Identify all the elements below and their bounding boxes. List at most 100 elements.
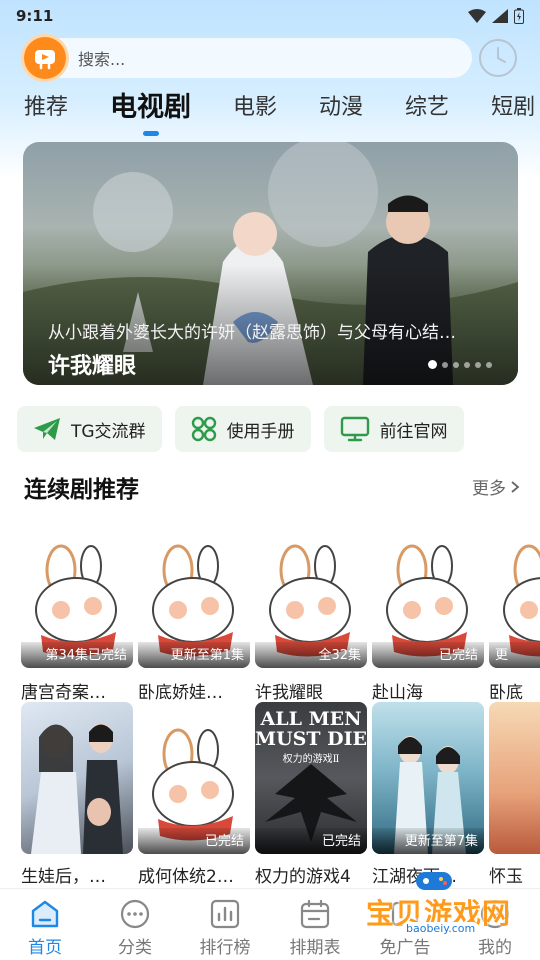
- series-card[interactable]: 怀玉: [489, 702, 540, 887]
- more-label: 更多: [472, 479, 506, 499]
- tg-group-button[interactable]: TG交流群: [17, 406, 162, 452]
- app-logo-icon[interactable]: [24, 37, 66, 79]
- status-bar: 9:11: [0, 0, 540, 32]
- user-manual-label: 使用手册: [226, 421, 295, 442]
- series-card[interactable]: 更 卧底: [489, 540, 540, 703]
- poster-placeholder: 已完结: [138, 702, 250, 854]
- tab-variety[interactable]: 综艺: [405, 88, 449, 132]
- ranking-icon: [209, 899, 241, 929]
- clock-icon: [479, 39, 517, 77]
- series-card[interactable]: 更新至第7集 江湖夜雨…: [372, 702, 484, 887]
- user-manual-button[interactable]: 使用手册: [174, 406, 311, 452]
- episode-badge: 更新至第7集: [372, 828, 484, 854]
- poster-artwork: [31, 723, 123, 854]
- card-title: 成何体统2…: [138, 867, 234, 887]
- episode-badge: 更: [489, 642, 540, 668]
- app-screen: 9:11 搜索... 推荐 电视剧 电影 动漫 综艺 短剧 从小跟着外婆长大的许…: [0, 0, 540, 960]
- poster-image: 更新至第7集: [372, 702, 484, 854]
- card-title: 卧底娇娃…: [138, 683, 223, 703]
- poster-placeholder: 第34集已完结: [21, 540, 133, 668]
- episode-badge: 已完结: [138, 828, 250, 854]
- official-site-button[interactable]: 前往官网: [323, 406, 464, 452]
- signal-icon: [492, 9, 508, 23]
- poster-placeholder: 更: [489, 540, 540, 668]
- search-row: 搜索...: [24, 36, 520, 80]
- poster-placeholder: 更新至第1集: [138, 540, 250, 668]
- nav-schedule-label: 排期表: [289, 938, 341, 958]
- pagination-dot[interactable]: [453, 361, 459, 368]
- tab-anime[interactable]: 动漫: [319, 88, 363, 132]
- gamepad-icon: [416, 872, 452, 890]
- banner-pagination: [428, 360, 492, 369]
- official-site-label: 前往官网: [379, 421, 448, 442]
- section-title: 连续剧推荐: [24, 477, 139, 503]
- tab-movies[interactable]: 电影: [233, 88, 277, 132]
- more-link[interactable]: 更多: [472, 474, 520, 499]
- pagination-dot[interactable]: [464, 361, 470, 368]
- poster-image: [489, 702, 540, 854]
- featured-banner[interactable]: 从小跟着外婆长大的许妍（赵露思饰）与父母有心结… 许我耀眼: [23, 142, 518, 385]
- monitor-icon: [340, 416, 369, 442]
- watermark-url: baobeiy.com: [402, 922, 480, 935]
- nav-home[interactable]: 首页: [0, 889, 90, 960]
- nav-ad-free-label: 免广告: [379, 938, 431, 958]
- poster-image: ALL MEN MUST DIE 权力的游戏Ⅱ 已完结: [255, 702, 367, 854]
- series-card[interactable]: 生娃后，…: [21, 702, 133, 887]
- series-card[interactable]: 更新至第1集 卧底娇娃…: [138, 540, 250, 703]
- card-title: 唐宫奇案…: [21, 683, 106, 703]
- series-card[interactable]: 全32集 许我耀眼: [255, 540, 367, 703]
- banner-title: 许我耀眼: [48, 354, 137, 379]
- nav-category[interactable]: 分类: [90, 889, 180, 960]
- calendar-icon: [299, 899, 331, 929]
- tg-group-label: TG交流群: [71, 421, 146, 442]
- pagination-dot[interactable]: [475, 361, 481, 368]
- pagination-dot[interactable]: [486, 361, 492, 368]
- nav-category-label: 分类: [118, 938, 152, 958]
- nav-schedule[interactable]: 排期表: [270, 889, 360, 960]
- telegram-icon: [34, 418, 60, 440]
- tab-recommend[interactable]: 推荐: [24, 88, 68, 132]
- tab-indicator: [142, 131, 159, 136]
- card-title: 赴山海: [372, 683, 423, 703]
- card-title: 权力的游戏4: [255, 867, 351, 887]
- search-content: 搜索...: [24, 37, 125, 79]
- grid-icon: [191, 416, 216, 442]
- tab-tv-series[interactable]: 电视剧: [110, 88, 191, 136]
- pagination-dot[interactable]: [428, 360, 437, 369]
- poster-placeholder: 已完结: [372, 540, 484, 668]
- card-title: 生娃后，…: [21, 867, 106, 887]
- status-time: 9:11: [16, 7, 54, 25]
- episode-badge: 已完结: [372, 642, 484, 668]
- series-card[interactable]: 已完结 赴山海: [372, 540, 484, 703]
- banner-description: 从小跟着外婆长大的许妍（赵露思饰）与父母有心结…: [48, 323, 456, 343]
- series-row-1: 第34集已完结 唐宫奇案… 更新至第1集 卧底娇娃… 全32集 许我耀眼 已完结…: [21, 540, 540, 703]
- nav-ranking[interactable]: 排行榜: [180, 889, 270, 960]
- history-button[interactable]: [476, 36, 520, 80]
- episode-badge: 已完结: [255, 828, 367, 854]
- pagination-dot[interactable]: [442, 361, 448, 368]
- episode-badge: 更新至第1集: [138, 642, 250, 668]
- home-icon: [29, 899, 61, 929]
- category-icon: [119, 899, 151, 929]
- episode-badge: 第34集已完结: [21, 642, 133, 668]
- card-title: 许我耀眼: [255, 683, 323, 703]
- status-icons: [468, 8, 524, 24]
- nav-home-label: 首页: [28, 938, 62, 958]
- nav-ranking-label: 排行榜: [199, 938, 251, 958]
- series-card[interactable]: 已完结 成何体统2…: [138, 702, 250, 887]
- series-row-2: 生娃后，… 已完结 成何体统2… ALL MEN MUST DIE 权力的游戏Ⅱ…: [21, 702, 540, 887]
- series-card[interactable]: ALL MEN MUST DIE 权力的游戏Ⅱ 已完结 权力的游戏4: [255, 702, 367, 887]
- poster-image: [21, 702, 133, 854]
- poster-placeholder: 全32集: [255, 540, 367, 668]
- episode-badge: 全32集: [255, 642, 367, 668]
- search-placeholder[interactable]: 搜索...: [78, 46, 125, 70]
- quick-actions: TG交流群 使用手册 前往官网: [17, 406, 464, 452]
- chevron-right-icon: [511, 480, 520, 493]
- card-title: 卧底: [489, 683, 523, 703]
- battery-icon: [514, 8, 524, 24]
- tab-short-drama[interactable]: 短剧: [491, 88, 535, 132]
- wifi-icon: [468, 9, 486, 23]
- category-tabs: 推荐 电视剧 电影 动漫 综艺 短剧: [24, 88, 540, 136]
- series-card[interactable]: 第34集已完结 唐宫奇案…: [21, 540, 133, 703]
- site-watermark: 宝贝游戏网 baobeiy.com: [362, 866, 522, 936]
